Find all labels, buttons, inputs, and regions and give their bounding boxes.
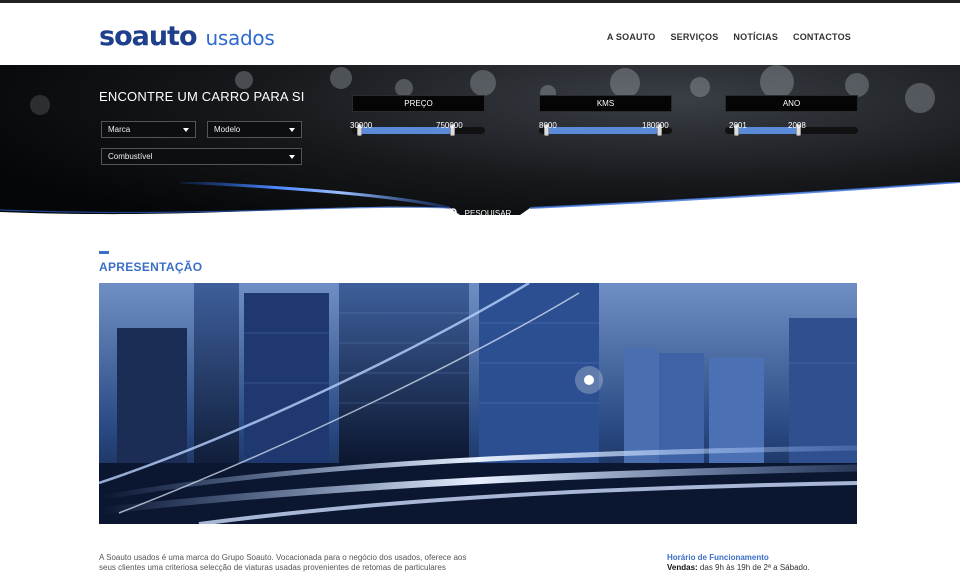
combustivel-select[interactable]: Combustível (101, 148, 302, 165)
nav-item-soauto[interactable]: A SOAUTO (607, 32, 656, 42)
chevron-down-icon (289, 128, 295, 132)
price-max-value: 750000 (436, 121, 463, 130)
marca-select[interactable]: Marca (101, 121, 196, 138)
kms-range-label: KMS (539, 95, 672, 112)
section-accent-bar (99, 251, 109, 254)
search-button-label: PESQUISAR (464, 208, 512, 218)
kms-min-value: 8000 (539, 121, 557, 130)
marca-select-value: Marca (108, 125, 131, 134)
year-range-label: ANO (725, 95, 858, 112)
price-min-value: 30000 (350, 121, 373, 130)
price-range-label: PREÇO (352, 95, 485, 112)
bokeh-light (470, 70, 496, 96)
modelo-select[interactable]: Modelo (207, 121, 302, 138)
city-banner-image (99, 283, 857, 524)
chevron-down-icon (183, 128, 189, 132)
bokeh-light (330, 67, 352, 89)
bokeh-light (760, 65, 794, 99)
search-button[interactable]: PESQUISAR (430, 203, 530, 223)
hours-line: Vendas: das 9h às 19h de 2ª a Sábado. (667, 563, 810, 572)
hours-text: das 9h às 19h de 2ª a Sábado. (699, 563, 810, 572)
presentation-paragraph: A Soauto usados é uma marca do Grupo Soa… (99, 553, 467, 572)
nav-item-servicos[interactable]: SERVIÇOS (670, 32, 718, 42)
bokeh-light (610, 68, 640, 98)
logo-sub-text: usados (205, 26, 275, 50)
bokeh-light (690, 77, 710, 97)
section-title: APRESENTAÇÃO (99, 260, 203, 274)
logo-main-text: soauto (99, 21, 198, 52)
search-title: ENCONTRE UM CARRO PARA SI (99, 89, 305, 104)
search-hero: ENCONTRE UM CARRO PARA SI Marca Modelo C… (0, 65, 960, 235)
bokeh-light (235, 71, 253, 89)
bokeh-light (845, 73, 869, 97)
search-icon (448, 208, 459, 218)
bokeh-light (905, 83, 935, 113)
year-max-value: 2008 (788, 121, 806, 130)
chevron-down-icon (289, 155, 295, 159)
year-min-value: 2001 (729, 121, 747, 130)
combustivel-select-value: Combustível (108, 152, 153, 161)
nav-item-contactos[interactable]: CONTACTOS (793, 32, 851, 42)
hours-title: Horário de Funcionamento (667, 553, 769, 562)
kms-max-value: 180000 (642, 121, 669, 130)
nav-item-noticias[interactable]: NOTÍCIAS (733, 32, 778, 42)
main-nav: A SOAUTO SERVIÇOS NOTÍCIAS CONTACTOS (592, 32, 851, 42)
site-header: soauto usados A SOAUTO SERVIÇOS NOTÍCIAS… (0, 3, 960, 65)
logo[interactable]: soauto usados (99, 21, 275, 53)
modelo-select-value: Modelo (214, 125, 241, 134)
hours-label: Vendas: (667, 563, 698, 572)
bokeh-light (30, 95, 50, 115)
